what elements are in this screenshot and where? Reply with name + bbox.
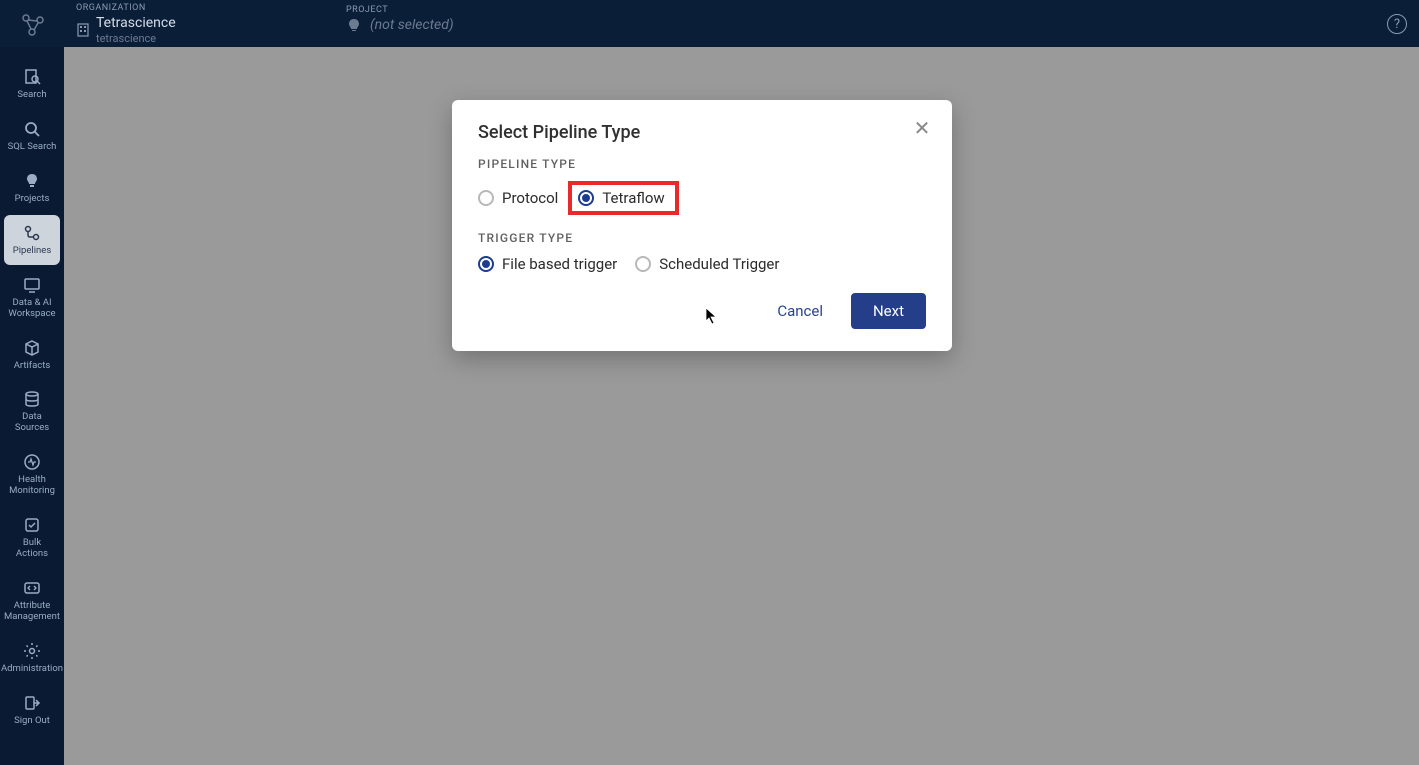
- radio-unselected-icon: [478, 190, 494, 206]
- sidebar-item-projects[interactable]: Projects: [4, 163, 60, 213]
- highlight-annotation: Tetraflow: [568, 181, 678, 215]
- radio-unselected-icon: [635, 256, 651, 272]
- radio-selected-icon: [578, 190, 594, 206]
- sidebar-item-sql-search[interactable]: SQL Search: [4, 111, 60, 161]
- gear-icon: [22, 641, 42, 661]
- modal-footer: Cancel Next: [478, 293, 926, 329]
- close-icon: ✕: [914, 116, 931, 140]
- cube-icon: [22, 338, 42, 358]
- radio-label: Protocol: [502, 189, 558, 207]
- sidebar-item-attribute-management[interactable]: Attribute Management: [4, 570, 60, 631]
- sidebar-item-label: Administration: [1, 664, 63, 675]
- trigger-type-section-label: TRIGGER TYPE: [478, 231, 926, 245]
- pipeline-type-tetraflow[interactable]: Tetraflow: [578, 189, 664, 207]
- sidebar-item-label: Data & AI Workspace: [6, 298, 58, 320]
- monitor-icon: [22, 275, 42, 295]
- pipeline-type-section-label: PIPELINE TYPE: [478, 157, 926, 171]
- sidebar-item-administration[interactable]: Administration: [4, 633, 60, 683]
- sidebar-item-pipelines[interactable]: Pipelines: [4, 215, 60, 265]
- signout-icon: [22, 693, 42, 713]
- sidebar-item-label: Pipelines: [13, 246, 51, 257]
- pipeline-type-options: Protocol Tetraflow: [478, 181, 926, 215]
- radio-label: File based trigger: [502, 255, 617, 273]
- modal-close-button[interactable]: ✕: [910, 116, 934, 140]
- modal-title: Select Pipeline Type: [478, 122, 926, 143]
- sidebar-item-label: Artifacts: [14, 361, 51, 372]
- org-name: Tetrascience: [96, 15, 176, 31]
- sidebar-item-label: Attribute Management: [4, 601, 60, 623]
- sidebar-item-label: SQL Search: [8, 142, 57, 153]
- radio-selected-icon: [478, 256, 494, 272]
- stack-icon: [22, 389, 42, 409]
- org-label: ORGANIZATION: [76, 3, 176, 13]
- next-button[interactable]: Next: [851, 293, 926, 329]
- heart-pulse-icon: [22, 452, 42, 472]
- radio-label: Scheduled Trigger: [659, 255, 779, 273]
- sidebar-item-signout[interactable]: Sign Out: [4, 685, 60, 735]
- lightbulb-icon: [22, 171, 42, 191]
- trigger-type-options: File based trigger Scheduled Trigger: [478, 255, 926, 273]
- organization-selector[interactable]: ORGANIZATION Tetrascience tetrascience: [64, 0, 188, 50]
- sidebar-item-label: Projects: [15, 194, 50, 205]
- trigger-type-file-based[interactable]: File based trigger: [478, 255, 617, 273]
- sidebar-item-label: Bulk Actions: [6, 538, 58, 560]
- trigger-type-scheduled[interactable]: Scheduled Trigger: [635, 255, 779, 273]
- app-logo[interactable]: [0, 0, 64, 47]
- org-sub: tetrascience: [96, 32, 176, 45]
- help-icon: ?: [1394, 17, 1400, 32]
- lightbulb-icon: [346, 17, 362, 33]
- sidebar-item-artifacts[interactable]: Artifacts: [4, 330, 60, 380]
- checklist-icon: [22, 515, 42, 535]
- building-icon: [76, 23, 90, 37]
- project-selector[interactable]: PROJECT (not selected): [346, 0, 454, 47]
- sql-search-icon: [22, 119, 42, 139]
- project-label: PROJECT: [346, 5, 454, 15]
- sidebar-item-label: Search: [17, 90, 46, 101]
- top-header: ORGANIZATION Tetrascience tetrascience P…: [0, 0, 1419, 47]
- sidebar-item-health-monitoring[interactable]: Health Monitoring: [4, 444, 60, 505]
- sidebar-item-data-ai[interactable]: Data & AI Workspace: [4, 267, 60, 328]
- code-icon: [22, 578, 42, 598]
- help-button[interactable]: ?: [1387, 14, 1407, 34]
- radio-label: Tetraflow: [602, 189, 664, 207]
- cancel-button[interactable]: Cancel: [767, 294, 833, 328]
- sidebar-item-label: Sign Out: [14, 716, 50, 727]
- logo-icon: [18, 10, 46, 38]
- left-sidebar: Search SQL Search Projects Pipelines Dat…: [0, 47, 64, 765]
- sidebar-item-search[interactable]: Search: [4, 59, 60, 109]
- search-doc-icon: [22, 67, 42, 87]
- sidebar-item-data-sources[interactable]: Data Sources: [4, 381, 60, 442]
- sidebar-item-label: Health Monitoring: [6, 475, 58, 497]
- sidebar-item-label: Data Sources: [6, 412, 58, 434]
- sidebar-item-bulk-actions[interactable]: Bulk Actions: [4, 507, 60, 568]
- select-pipeline-type-modal: ✕ Select Pipeline Type PIPELINE TYPE Pro…: [452, 100, 952, 351]
- pipeline-icon: [22, 223, 42, 243]
- pipeline-type-protocol[interactable]: Protocol: [478, 189, 558, 207]
- project-value: (not selected): [370, 17, 454, 33]
